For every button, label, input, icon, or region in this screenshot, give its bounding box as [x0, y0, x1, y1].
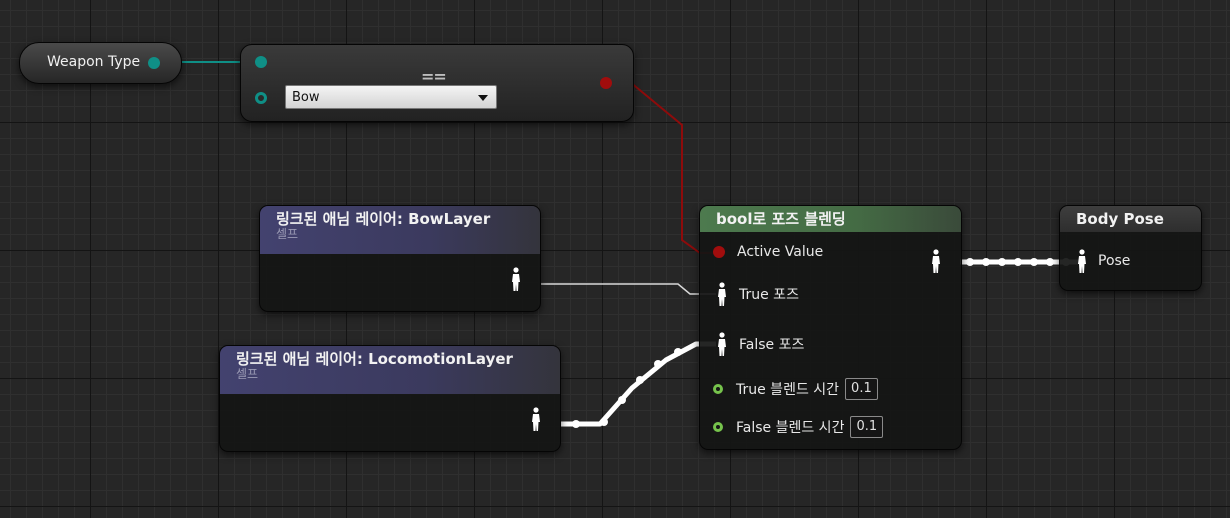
blend-poses-header: bool로 포즈 블렌딩 [700, 206, 961, 232]
locomotion-layer-title: 링크된 애님 레이어: LocomotionLayer [236, 350, 513, 368]
chevron-down-icon [478, 95, 488, 101]
enum-dropdown[interactable]: Bow [285, 85, 497, 109]
pose-input-pin-icon[interactable] [716, 282, 728, 306]
true-pose-wire [540, 283, 716, 295]
pose-output-pin-icon[interactable] [510, 267, 522, 291]
weapon-type-node[interactable]: Weapon Type [19, 42, 182, 84]
false-pose-wire [560, 341, 716, 427]
enum-input-pin[interactable] [255, 56, 267, 68]
false-blend-time-input[interactable]: 0.1 [850, 416, 884, 438]
equals-separator: == [421, 67, 447, 86]
float-input-pin[interactable] [713, 422, 723, 432]
false-blend-label: False 블렌드 시간 [736, 420, 845, 436]
true-blend-time-input[interactable]: 0.1 [845, 378, 878, 400]
body-pose-header: Body Pose [1060, 206, 1201, 232]
false-blend-time-pin-row[interactable]: False 블렌드 시간 0.1 [713, 416, 884, 438]
locomotion-layer-header: 링크된 애님 레이어: LocomotionLayer 셀프 [220, 346, 560, 394]
pose-input-pin-icon[interactable] [1076, 249, 1088, 273]
false-pose-label: False 포즈 [739, 337, 805, 353]
true-blend-time-pin-row[interactable]: True 블렌드 시간 0.1 [713, 378, 878, 400]
body-pose-node[interactable]: Body Pose Pose [1059, 205, 1202, 291]
bow-layer-node[interactable]: 링크된 애님 레이어: BowLayer 셀프 [259, 205, 541, 312]
bool-input-pin[interactable] [713, 246, 725, 258]
select-node[interactable]: == [240, 44, 634, 122]
active-value-pin-row[interactable]: Active Value [713, 244, 823, 260]
false-pose-pin-row[interactable]: False 포즈 [716, 332, 804, 356]
blend-poses-node[interactable]: bool로 포즈 블렌딩 Active Value True 포즈 False … [699, 205, 962, 450]
dropdown-value: Bow [292, 90, 320, 105]
bow-layer-title: 링크된 애님 레이어: BowLayer [276, 210, 491, 228]
pose-label: Pose [1098, 253, 1131, 269]
true-blend-label: True 블렌드 시간 [736, 382, 840, 398]
pose-input-pin-row[interactable]: Pose [1076, 249, 1130, 273]
pose-output-pin-icon[interactable] [530, 407, 542, 431]
weapon-type-label: Weapon Type [47, 54, 141, 70]
bool-output-pin[interactable] [600, 77, 612, 89]
active-value-label: Active Value [737, 244, 824, 260]
float-input-pin[interactable] [713, 384, 723, 394]
enum-select-input-pin[interactable] [255, 92, 267, 104]
true-pose-pin-row[interactable]: True 포즈 [716, 282, 799, 306]
enum-output-pin[interactable] [148, 57, 160, 69]
bow-layer-header: 링크된 애님 레이어: BowLayer 셀프 [260, 206, 540, 254]
pose-output-pin-icon[interactable] [930, 249, 942, 273]
pose-input-pin-icon[interactable] [716, 332, 728, 356]
locomotion-layer-node[interactable]: 링크된 애님 레이어: LocomotionLayer 셀프 [219, 345, 561, 452]
true-pose-label: True 포즈 [739, 287, 799, 303]
